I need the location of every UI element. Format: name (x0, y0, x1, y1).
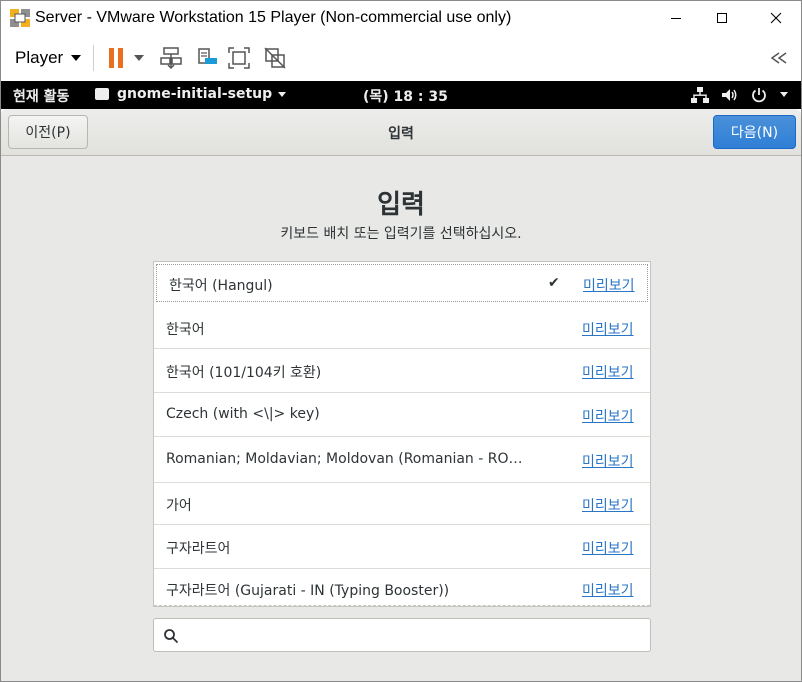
unity-icon[interactable] (262, 45, 288, 71)
maximize-button[interactable] (699, 1, 745, 35)
setup-content: 입력 키보드 배치 또는 입력기를 선택하십시오. 한국어 (Hangul) ✔ 미… (1, 156, 801, 681)
minimize-icon (671, 18, 681, 19)
vmware-toolbar: Player (1, 35, 801, 81)
layout-row[interactable]: Romanian; Moldavian; Moldovan (Romanian … (154, 437, 650, 483)
search-field[interactable] (153, 618, 651, 652)
chevron-down-icon (71, 55, 82, 61)
layout-label: 구자라트어 (166, 541, 231, 557)
header-bar: 이전(P) 입력 다음(N) (1, 109, 801, 156)
vmware-app-icon (9, 8, 31, 28)
next-button[interactable]: 다음(N) (713, 115, 796, 149)
system-tray[interactable] (691, 85, 801, 105)
header-title: 입력 (388, 126, 414, 142)
volume-icon (721, 87, 739, 103)
activities-button[interactable]: 현재 활동 (13, 86, 69, 106)
vmware-player-window: Server - VMware Workstation 15 Player (N… (0, 0, 802, 682)
app-name: gnome-initial-setup (117, 86, 273, 102)
collapse-icon[interactable] (767, 45, 793, 71)
fullscreen-icon[interactable] (226, 45, 252, 71)
layout-row[interactable]: 한국어 (Hangul) ✔ 미리보기 (156, 264, 648, 302)
app-menu-button[interactable]: gnome-initial-setup (95, 86, 287, 102)
checkmark-icon: ✔ (548, 275, 560, 291)
chevron-down-icon (278, 91, 287, 97)
search-icon (163, 628, 179, 644)
layout-row[interactable]: 구자라트어 미리보기 (154, 525, 650, 569)
layout-row[interactable]: 한국어 미리보기 (154, 306, 650, 349)
chevron-down-icon (779, 91, 789, 99)
close-icon (770, 12, 782, 24)
gnome-top-bar: 현재 활동 gnome-initial-setup (목) 18 : 35 (1, 81, 801, 109)
preview-link[interactable]: 미리보기 (582, 362, 634, 382)
preview-link[interactable]: 미리보기 (582, 406, 634, 426)
preview-link[interactable]: 미리보기 (582, 495, 634, 515)
preview-link[interactable]: 미리보기 (582, 319, 634, 339)
layout-row[interactable]: 구자라트어 (Gujarati - IN (Typing Booster)) 미리… (154, 569, 650, 606)
list-scroll-edge (154, 605, 650, 606)
app-window-icon (95, 88, 109, 100)
layout-row[interactable]: Czech (with <\|> key) 미리보기 (154, 393, 650, 437)
page-subtitle: 키보드 배치 또는 입력기를 선택하십시오. (280, 226, 522, 242)
dropdown-caret-icon[interactable] (129, 45, 149, 71)
clock[interactable]: (목) 18 : 35 (363, 86, 448, 106)
layout-label: 가어 (166, 498, 192, 514)
search-input[interactable] (186, 621, 646, 649)
layout-label: Czech (with <\|> key) (166, 406, 320, 422)
minimize-button[interactable] (653, 1, 699, 35)
window-title: Server - VMware Workstation 15 Player (N… (35, 9, 512, 26)
close-button[interactable] (753, 1, 799, 35)
layout-row[interactable]: 한국어 (101/104키 호환) 미리보기 (154, 349, 650, 393)
layout-label: 한국어 (Hangul) (169, 278, 273, 294)
player-menu-label: Player (15, 48, 64, 67)
input-source-list[interactable]: 한국어 (Hangul) ✔ 미리보기 한국어 미리보기 한국어 (101/104키 호환… (153, 261, 651, 607)
send-ctrl-alt-del-icon[interactable] (158, 45, 184, 71)
preview-link[interactable]: 미리보기 (582, 538, 634, 558)
page-title: 입력 (377, 190, 425, 220)
layout-label: 한국어 (166, 322, 205, 338)
toolbar-separator (93, 45, 94, 71)
window-title-bar[interactable]: Server - VMware Workstation 15 Player (N… (1, 1, 801, 35)
network-icon (691, 87, 709, 103)
player-menu-button[interactable]: Player (7, 45, 89, 71)
removable-devices-icon[interactable] (194, 45, 220, 71)
layout-label: 구자라트어 (Gujarati - IN (Typing Booster)) (166, 583, 450, 599)
layout-row[interactable]: 가어 미리보기 (154, 483, 650, 525)
preview-link[interactable]: 미리보기 (582, 580, 634, 600)
preview-link[interactable]: 미리보기 (582, 451, 634, 471)
power-icon (751, 87, 767, 103)
maximize-icon (717, 13, 727, 23)
pause-icon[interactable] (103, 45, 129, 71)
layout-label: 한국어 (101/104키 호환) (166, 365, 322, 381)
preview-link[interactable]: 미리보기 (583, 275, 635, 295)
layout-label: Romanian; Moldavian; Moldovan (Romanian … (166, 451, 526, 467)
